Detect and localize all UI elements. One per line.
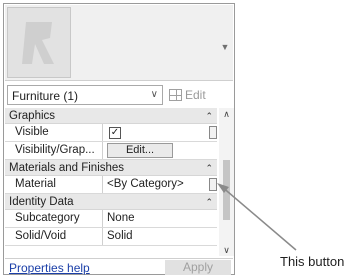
type-selector-dropdown[interactable]: Furniture (1) ∨	[7, 85, 163, 105]
apply-button[interactable]: Apply	[165, 260, 231, 275]
type-selector-value: Furniture (1)	[12, 89, 79, 103]
section-title: Graphics	[9, 110, 56, 122]
edit-type-button[interactable]: Edit Type	[169, 86, 233, 120]
visibility-edit-button[interactable]: Edit...	[107, 143, 173, 158]
property-label: Subcategory	[5, 210, 103, 227]
vertical-scrollbar[interactable]: ∧ ∨	[219, 108, 234, 256]
edit-type-icon	[169, 89, 182, 101]
solid-void-value[interactable]: Solid	[104, 228, 217, 245]
material-value[interactable]: <By Category>	[104, 176, 217, 193]
property-row-solid-void: Solid/Void Solid	[5, 228, 217, 246]
subcategory-value[interactable]: None	[104, 210, 217, 227]
scroll-up-icon[interactable]: ∧	[219, 108, 234, 120]
palette-footer: Properties help Apply	[5, 258, 233, 275]
collapse-icon[interactable]: ⌃	[205, 160, 213, 176]
visible-checkbox[interactable]: ✓	[109, 127, 121, 139]
property-label: Visible	[5, 124, 103, 141]
chevron-down-icon: ∨	[150, 89, 158, 100]
collapse-icon[interactable]: ⌃	[205, 194, 213, 210]
section-identity-data[interactable]: Identity Data ⌃	[5, 194, 217, 210]
type-selector-row: Furniture (1) ∨ Edit Type	[5, 84, 233, 120]
callout-label: This button	[280, 254, 345, 269]
row-end-button[interactable]	[209, 126, 217, 139]
property-row-subcategory: Subcategory None	[5, 210, 217, 228]
section-title: Materials and Finishes	[9, 162, 125, 174]
section-materials[interactable]: Materials and Finishes ⌃	[5, 160, 217, 176]
properties-palette: ▼ Furniture (1) ∨ Edit Type Graphics ⌃ V…	[3, 3, 235, 275]
property-label: Material	[5, 176, 103, 193]
collapse-icon[interactable]: ⌃	[205, 108, 213, 124]
property-label: Visibility/Grap...	[5, 142, 103, 159]
chevron-down-icon[interactable]: ▼	[219, 41, 231, 53]
family-thumbnail	[7, 7, 71, 78]
section-title: Identity Data	[9, 196, 74, 208]
property-row-visibility: Visibility/Grap... Edit...	[5, 142, 217, 160]
property-row-visible: Visible ✓	[5, 124, 217, 142]
properties-grid: Graphics ⌃ Visible ✓ Visibility/Grap... …	[5, 108, 217, 256]
scroll-thumb[interactable]	[223, 160, 230, 220]
material-browse-button[interactable]	[209, 178, 217, 191]
revit-logo-icon	[22, 22, 54, 64]
property-row-material: Material <By Category>	[5, 176, 217, 194]
type-preview[interactable]: ▼	[5, 5, 233, 81]
section-graphics[interactable]: Graphics ⌃	[5, 108, 217, 124]
scroll-down-icon[interactable]: ∨	[219, 244, 234, 256]
properties-help-link[interactable]: Properties help	[9, 261, 90, 275]
property-label: Solid/Void	[5, 228, 103, 245]
